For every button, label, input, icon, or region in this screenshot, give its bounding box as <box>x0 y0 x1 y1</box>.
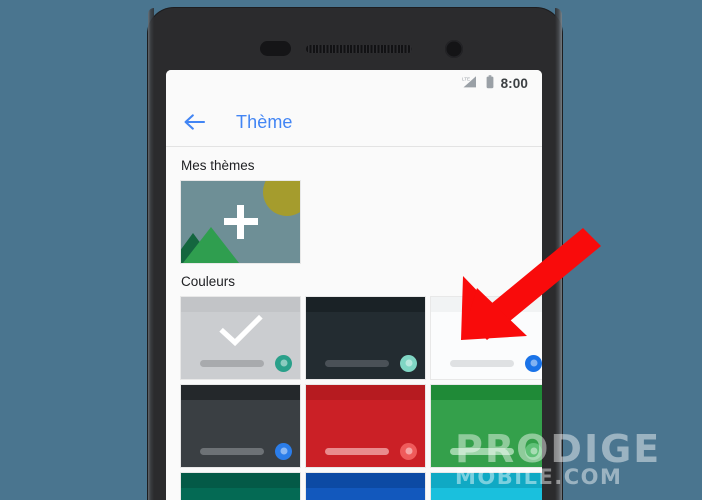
swatch-accent-dot <box>525 442 542 460</box>
swatch-accent-dot-inner <box>530 359 537 367</box>
swatch-preview-topbar <box>431 472 542 488</box>
theme-swatch-teal[interactable] <box>181 472 300 500</box>
plus-icon <box>223 204 258 239</box>
swatch-preview-topbar <box>181 296 300 312</box>
theme-swatch-red[interactable] <box>306 384 425 467</box>
swatch-preview-pill <box>200 447 264 455</box>
swatch-preview-pill <box>325 359 389 367</box>
swatch-preview-topbar <box>306 472 425 488</box>
swatch-preview-topbar <box>306 384 425 400</box>
earpiece-speaker-icon <box>306 45 412 53</box>
swatch-preview-pill <box>200 359 264 367</box>
page-title: Thème <box>236 111 293 132</box>
swatch-preview-topbar <box>306 296 425 312</box>
swatch-accent-dot-inner <box>405 359 412 367</box>
swatch-preview-pill <box>325 447 389 455</box>
swatch-accent-dot-inner <box>280 447 287 455</box>
phone-screen: LTE 8:00 Thème Mes thèmes Couleurs <box>166 70 542 500</box>
theme-swatch-blue[interactable] <box>306 472 425 500</box>
swatch-accent-dot <box>400 354 417 372</box>
sun-shape-icon <box>263 180 300 216</box>
theme-swatch-charcoal[interactable] <box>181 384 300 467</box>
theme-swatch-green[interactable] <box>431 384 542 467</box>
theme-swatch-white[interactable] <box>431 296 542 379</box>
swatch-preview-pill <box>450 447 514 455</box>
selected-check-icon <box>218 315 263 354</box>
phone-frame: LTE 8:00 Thème Mes thèmes Couleurs <box>148 8 562 500</box>
lte-signal-icon: LTE <box>462 75 479 94</box>
status-bar: LTE 8:00 <box>166 70 542 98</box>
swatch-preview-topbar <box>431 296 542 312</box>
battery-full-icon <box>486 74 494 94</box>
section-heading-colours: Couleurs <box>181 273 236 289</box>
front-camera-icon <box>445 40 463 58</box>
swatch-accent-dot <box>275 354 292 372</box>
swatch-accent-dot-inner <box>280 359 287 367</box>
theme-swatch-light-grey[interactable] <box>181 296 300 379</box>
svg-text:LTE: LTE <box>462 76 470 81</box>
swatch-accent-dot <box>525 354 542 372</box>
swatch-preview-pill <box>450 359 514 367</box>
swatch-preview-topbar <box>181 472 300 488</box>
theme-swatch-dark-slate[interactable] <box>306 296 425 379</box>
status-bar-clock: 8:00 <box>500 76 528 92</box>
screenshot-stage: LTE 8:00 Thème Mes thèmes Couleurs PRODI… <box>0 0 702 500</box>
swatch-accent-dot-inner <box>530 447 537 455</box>
swatch-preview-topbar <box>431 384 542 400</box>
swatch-accent-dot <box>400 442 417 460</box>
colour-swatch-grid <box>166 296 542 500</box>
app-bar: Thème <box>166 98 542 146</box>
theme-swatch-cyan[interactable] <box>431 472 542 500</box>
swatch-preview-topbar <box>181 384 300 400</box>
swatch-accent-dot-inner <box>405 447 412 455</box>
my-themes-row <box>166 180 542 263</box>
theme-settings-content: Mes thèmes Couleurs <box>166 147 542 500</box>
section-heading-my-themes: Mes thèmes <box>181 158 255 173</box>
phone-bezel-right-highlight <box>555 8 562 500</box>
swatch-accent-dot <box>275 442 292 460</box>
back-arrow-icon[interactable] <box>182 109 208 135</box>
add-theme-tile[interactable] <box>181 180 300 263</box>
proximity-sensor-icon <box>260 41 291 56</box>
phone-bezel-left-highlight <box>148 8 154 500</box>
